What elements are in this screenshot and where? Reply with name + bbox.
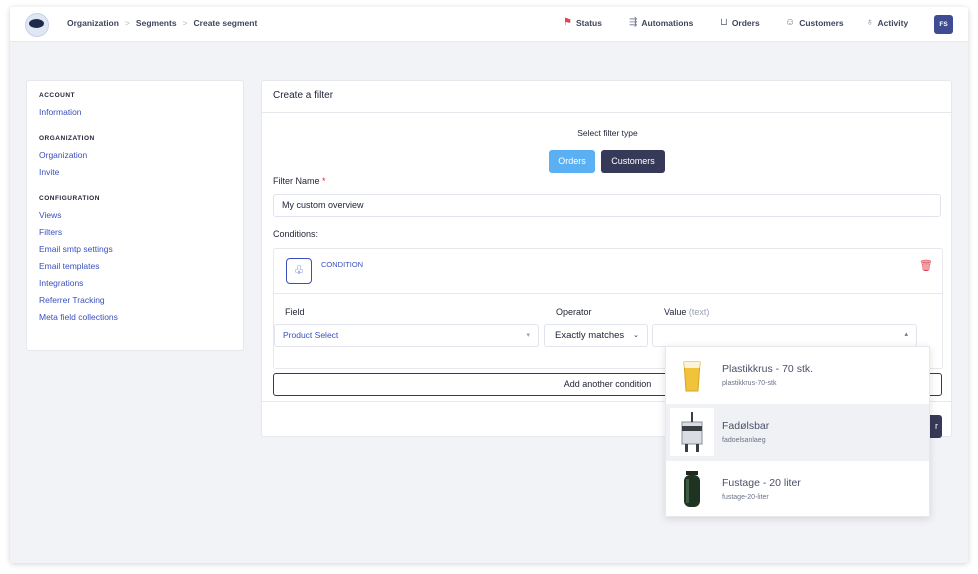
operator-select-value: Exactly matches	[555, 330, 625, 341]
sidebar-item-organization[interactable]: Organization	[39, 147, 231, 164]
nav-activity[interactable]: ♁ Activity	[866, 17, 908, 28]
nav-orders[interactable]: ⊔ Orders	[720, 17, 760, 28]
condition-branch-icon: ♧	[286, 258, 312, 284]
operator-label: Operator	[556, 307, 592, 317]
required-mark: *	[322, 176, 326, 186]
breadcrumb-separator: >	[124, 18, 130, 28]
breadcrumb-create-segment[interactable]: Create segment	[194, 18, 258, 28]
sidebar-section-account: ACCOUNT	[39, 92, 75, 99]
product-thumbnail-cup	[670, 351, 714, 399]
product-dropdown: Plastikkrus - 70 stk. plastikkrus-70-stk…	[665, 346, 930, 517]
chevron-down-icon: ⌄	[633, 332, 639, 339]
customers-type-button[interactable]: Customers	[601, 150, 665, 173]
sidebar-item-meta-field-collections[interactable]: Meta field collections	[39, 309, 231, 326]
trash-icon[interactable]: 🗑	[919, 259, 933, 272]
bell-icon: ♁	[866, 17, 874, 28]
product-thumbnail-bar	[670, 408, 714, 456]
select-filter-type-label: Select filter type	[577, 128, 638, 138]
orders-type-button[interactable]: Orders	[549, 150, 595, 173]
filter-name-label: Filter Name *	[273, 176, 326, 186]
sidebar-item-invite[interactable]: Invite	[39, 164, 231, 181]
nav-automations-label: Automations	[641, 17, 694, 28]
chevron-up-icon: ▴	[904, 331, 908, 338]
sidebar-item-referrer-tracking[interactable]: Referrer Tracking	[39, 292, 231, 309]
users-icon: ☺	[785, 17, 796, 28]
field-select[interactable]: Product Select ▾	[274, 324, 539, 347]
sidebar-item-email-templates[interactable]: Email templates	[39, 258, 231, 275]
dropdown-option-highlighted[interactable]: Fadølsbar fadoelsanlaeg	[666, 404, 929, 461]
nav-activity-label: Activity	[877, 17, 909, 28]
nav-automations[interactable]: ⇶ Automations	[629, 17, 693, 28]
sidebar-item-information[interactable]: Information	[39, 104, 231, 121]
sidebar-item-integrations[interactable]: Integrations	[39, 275, 231, 292]
top-bar: Organization > Segments > Create segment…	[10, 7, 968, 42]
filter-name-input[interactable]: My custom overview	[273, 194, 941, 217]
sidebar-item-filters[interactable]: Filters	[39, 224, 231, 241]
field-label: Field	[285, 307, 305, 317]
conditions-label: Conditions:	[273, 229, 319, 239]
logo[interactable]	[25, 13, 49, 37]
operator-select[interactable]: Exactly matches ⌄	[544, 324, 648, 347]
breadcrumb-organization[interactable]: Organization	[67, 18, 119, 28]
nav-status-label: Status	[575, 17, 602, 28]
sidebar-section-configuration: CONFIGURATION	[39, 195, 100, 202]
value-label-text: Value	[664, 307, 687, 317]
value-select[interactable]: ▴	[652, 324, 917, 347]
dropdown-option[interactable]: Fustage - 20 liter fustage-20-liter	[666, 461, 929, 518]
condition-header: ♧ CONDITION 🗑	[274, 249, 942, 294]
nav-customers[interactable]: ☺ Customers	[785, 17, 844, 28]
breadcrumb: Organization > Segments > Create segment	[67, 18, 257, 28]
settings-sidebar: ACCOUNT Information ORGANIZATION Organiz…	[26, 80, 244, 351]
value-type-hint: (text)	[688, 307, 710, 317]
page-title: Create a filter	[262, 81, 951, 113]
dropdown-option[interactable]: Plastikkrus - 70 stk. plastikkrus-70-stk	[666, 347, 929, 404]
field-select-value: Product Select	[283, 330, 339, 340]
automations-icon: ⇶	[629, 17, 638, 28]
sidebar-section-organization: ORGANIZATION	[39, 135, 95, 142]
avatar[interactable]: FS	[934, 15, 953, 34]
sidebar-item-views[interactable]: Views	[39, 207, 231, 224]
option-slug: fadoelsanlaeg	[722, 437, 766, 444]
sidebar-item-email-smtp[interactable]: Email smtp settings	[39, 241, 231, 258]
option-title: Fustage - 20 liter	[722, 477, 801, 489]
breadcrumb-segments[interactable]: Segments	[136, 18, 177, 28]
cart-icon: ⊔	[720, 17, 728, 28]
status-icon: ⚑	[563, 17, 572, 28]
filter-name-label-text: Filter Name	[273, 176, 320, 186]
nav-orders-label: Orders	[731, 17, 760, 28]
condition-title: CONDITION	[321, 260, 364, 269]
option-slug: plastikkrus-70-stk	[722, 380, 777, 387]
product-thumbnail-keg	[670, 465, 714, 513]
value-label: Value (text)	[664, 307, 709, 317]
option-slug: fustage-20-liter	[722, 494, 769, 501]
breadcrumb-separator: >	[182, 18, 188, 28]
option-title: Plastikkrus - 70 stk.	[722, 363, 814, 375]
nav-customers-label: Customers	[799, 17, 844, 28]
app-window: Organization > Segments > Create segment…	[10, 7, 968, 563]
option-title: Fadølsbar	[722, 420, 770, 432]
chevron-down-icon: ▾	[526, 332, 530, 339]
nav-status[interactable]: ⚑ Status	[563, 17, 602, 28]
